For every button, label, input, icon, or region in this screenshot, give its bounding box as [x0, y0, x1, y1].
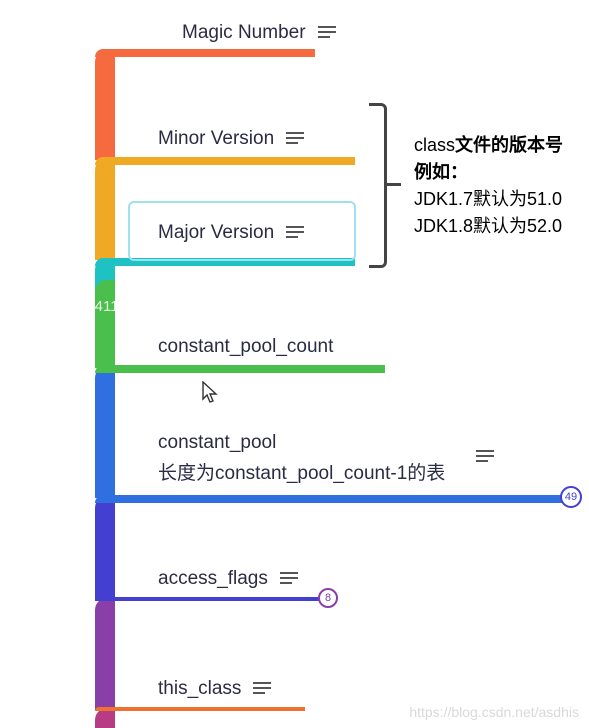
cursor-icon	[202, 381, 220, 405]
node-minor-version: Minor Version	[158, 128, 304, 150]
notes-icon	[476, 450, 494, 465]
badge-cpool: 49	[560, 486, 582, 508]
notes-icon	[286, 132, 304, 147]
watermark-blog: https://blog.csdn.net/asdhis	[409, 704, 579, 720]
branch-cpool	[95, 495, 565, 503]
spine-green	[95, 280, 115, 368]
branch-thisclass	[95, 707, 305, 711]
node-magic-number: Magic Number	[182, 22, 336, 44]
node-cpool: constant_pool 长度为constant_pool_count-1的表	[158, 432, 494, 485]
node-label: access_flags	[158, 568, 268, 590]
watermark-video: 14411523308893728|正在观看视频	[78, 295, 313, 316]
node-access-flags: access_flags	[158, 568, 298, 590]
badge-access: 8	[318, 588, 338, 608]
classfile-structure-diagram: Magic Number Minor Version Major Version…	[0, 0, 589, 728]
anno-1b: 文件的版本号	[455, 135, 563, 155]
spine-orange	[95, 50, 115, 160]
node-label: constant_pool	[158, 432, 276, 454]
node-sublabel: 长度为constant_pool_count-1的表	[158, 458, 494, 485]
notes-icon	[318, 26, 336, 41]
anno-4: JDK1.8默认为52.0	[414, 213, 563, 240]
badge-value: 49	[565, 491, 577, 503]
version-bracket-mid	[387, 183, 401, 186]
node-label: Magic Number	[182, 22, 306, 44]
anno-1a: class	[414, 135, 455, 155]
anno-3: JDK1.7默认为51.0	[414, 186, 563, 213]
spine-amber	[95, 158, 115, 260]
node-label: constant_pool_count	[158, 336, 333, 358]
node-cpcount: constant_pool_count	[158, 336, 333, 358]
node-label: Major Version	[158, 222, 274, 244]
notes-icon	[286, 226, 304, 241]
badge-value: 8	[325, 592, 331, 604]
branch-access	[95, 597, 320, 601]
branch-cpcount	[95, 365, 385, 373]
spine-purple	[95, 598, 115, 710]
node-this-class: this_class	[158, 678, 271, 700]
notes-icon	[280, 572, 298, 587]
version-annotation: class文件的版本号 例如： JDK1.7默认为51.0 JDK1.8默认为5…	[414, 132, 563, 240]
node-major-version: Major Version	[158, 222, 304, 244]
version-bracket	[369, 103, 387, 268]
node-label: Minor Version	[158, 128, 274, 150]
anno-2: 例如：	[414, 159, 563, 186]
node-label: this_class	[158, 678, 241, 700]
notes-icon	[253, 682, 271, 697]
spine-indigo	[95, 496, 115, 600]
spine-blue	[95, 366, 115, 498]
branch-magic	[95, 49, 315, 57]
spine-magenta	[95, 708, 115, 728]
branch-minor	[95, 157, 355, 165]
